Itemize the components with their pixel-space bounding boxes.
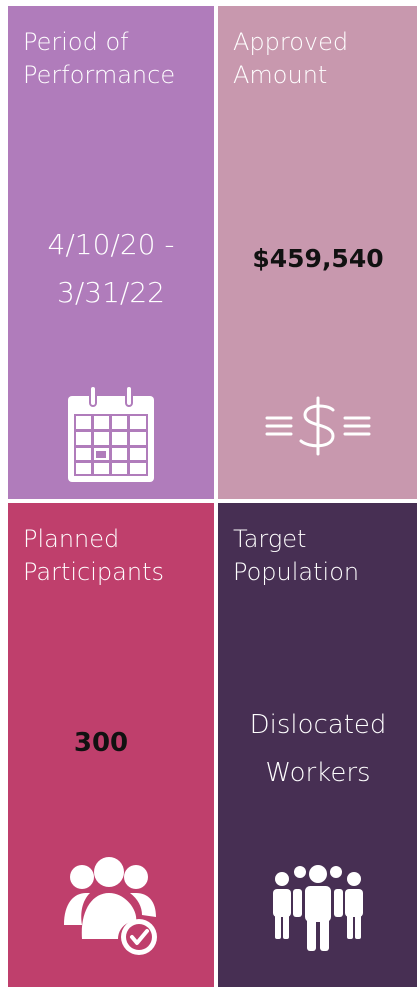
tile-label: Target Population — [233, 525, 360, 586]
tile-planned-participants: Planned Participants 300 — [8, 503, 214, 987]
tile-target-population: Target Population Dislocated Workers — [218, 503, 417, 987]
amount-value: $459,540 — [252, 244, 384, 273]
tile-label: Approved Amount — [233, 28, 349, 89]
dollar-sign-icon — [218, 396, 417, 456]
period-value: 4/10/20 - 3/31/22 — [47, 228, 175, 309]
tile-period-of-performance: Period of Performance 4/10/20 - 3/31/22 — [8, 6, 214, 499]
calendar-icon — [8, 384, 214, 484]
tile-label: Planned Participants — [23, 525, 164, 586]
people-icon — [218, 863, 417, 953]
population-value: Dislocated Workers — [249, 710, 387, 788]
tile-approved-amount: Approved Amount $459,540 — [218, 6, 417, 499]
group-check-icon — [8, 855, 214, 955]
participants-value: 300 — [73, 728, 129, 758]
tile-label: Period of Performance — [23, 28, 176, 89]
